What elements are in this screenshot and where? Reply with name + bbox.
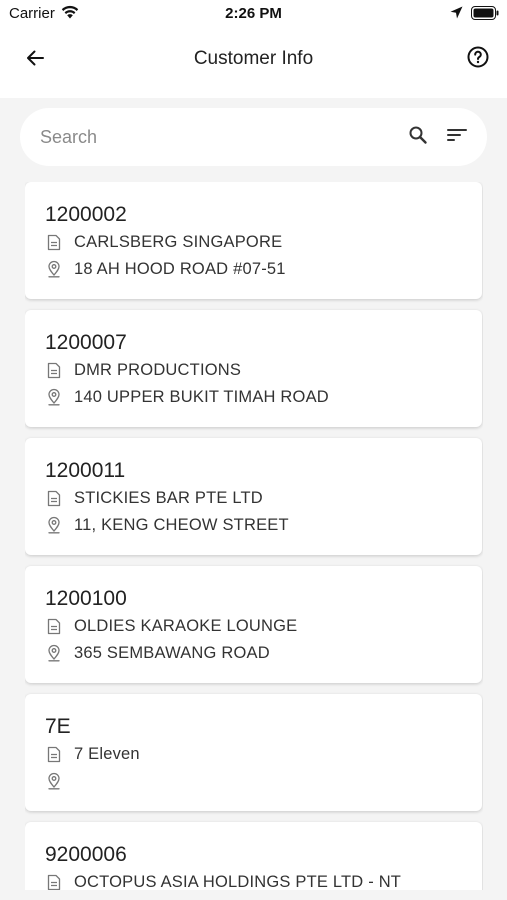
customer-name: OCTOPUS ASIA HOLDINGS PTE LTD - NT bbox=[74, 872, 402, 891]
customer-code: 7E bbox=[45, 715, 71, 738]
map-pin-icon bbox=[45, 644, 63, 662]
document-icon bbox=[45, 233, 63, 251]
customer-card[interactable]: 1200007 DMR PRODUCTIONS 140 UPPER BUKIT … bbox=[25, 310, 482, 427]
page-title: Customer Info bbox=[193, 48, 314, 69]
map-pin-icon bbox=[45, 772, 63, 790]
filter-button[interactable] bbox=[445, 125, 469, 149]
battery-icon bbox=[471, 6, 499, 25]
customer-name-row: 7 Eleven bbox=[45, 743, 140, 765]
customer-address-row bbox=[45, 770, 74, 792]
customer-name: STICKIES BAR PTE LTD bbox=[74, 488, 263, 507]
location-arrow-icon bbox=[450, 6, 463, 24]
customer-address-row: 11, KENG CHEOW STREET bbox=[45, 514, 289, 536]
document-icon bbox=[45, 361, 63, 379]
help-circle-icon bbox=[467, 46, 489, 73]
status-time: 2:26 PM bbox=[225, 5, 282, 22]
customer-card[interactable]: 9200006 OCTOPUS ASIA HOLDINGS PTE LTD - … bbox=[25, 822, 482, 890]
map-pin-icon bbox=[45, 516, 63, 534]
document-icon bbox=[45, 745, 63, 763]
customer-address-row: 365 SEMBAWANG ROAD bbox=[45, 642, 270, 664]
customer-code: 1200100 bbox=[45, 587, 127, 610]
sort-filter-icon bbox=[447, 127, 467, 148]
customer-name-row: OLDIES KARAOKE LOUNGE bbox=[45, 615, 297, 637]
customer-address-row: 140 UPPER BUKIT TIMAH ROAD bbox=[45, 386, 329, 408]
customer-code: 1200002 bbox=[45, 203, 127, 226]
document-icon bbox=[45, 617, 63, 635]
help-button[interactable] bbox=[463, 44, 493, 74]
customer-name: DMR PRODUCTIONS bbox=[74, 360, 242, 379]
customer-name-row: CARLSBERG SINGAPORE bbox=[45, 231, 282, 253]
customer-address: 11, KENG CHEOW STREET bbox=[74, 515, 289, 534]
customer-list: 1200002 CARLSBERG SINGAPORE 18 AH HOOD R… bbox=[25, 182, 483, 890]
document-icon bbox=[45, 489, 63, 507]
status-bar: Carrier 2:26 PM bbox=[0, 0, 507, 28]
map-pin-icon bbox=[45, 260, 63, 278]
customer-card[interactable]: 1200002 CARLSBERG SINGAPORE 18 AH HOOD R… bbox=[25, 182, 482, 299]
customer-code: 1200007 bbox=[45, 331, 127, 354]
customer-name-row: DMR PRODUCTIONS bbox=[45, 359, 241, 381]
document-icon bbox=[45, 873, 63, 890]
customer-name: CARLSBERG SINGAPORE bbox=[74, 232, 283, 251]
customer-card[interactable]: 7E 7 Eleven bbox=[25, 694, 482, 811]
customer-address: 18 AH HOOD ROAD #07-51 bbox=[74, 259, 286, 278]
customer-name: OLDIES KARAOKE LOUNGE bbox=[74, 616, 298, 635]
search-button[interactable] bbox=[406, 125, 430, 149]
customer-name-row: OCTOPUS ASIA HOLDINGS PTE LTD - NT bbox=[45, 871, 401, 890]
search-input[interactable] bbox=[40, 122, 380, 152]
app-bar: Customer Info bbox=[0, 28, 507, 98]
map-pin-icon bbox=[45, 388, 63, 406]
search-icon bbox=[408, 125, 428, 150]
customer-card[interactable]: 1200011 STICKIES BAR PTE LTD 11, KENG CH… bbox=[25, 438, 482, 555]
customer-code: 1200011 bbox=[45, 459, 126, 482]
customer-address: 365 SEMBAWANG ROAD bbox=[74, 643, 270, 662]
customer-name-row: STICKIES BAR PTE LTD bbox=[45, 487, 263, 509]
search-bar bbox=[20, 108, 487, 166]
customer-address: 140 UPPER BUKIT TIMAH ROAD bbox=[74, 387, 329, 406]
customer-card[interactable]: 1200100 OLDIES KARAOKE LOUNGE 365 SEMBAW… bbox=[25, 566, 482, 683]
customer-address-row: 18 AH HOOD ROAD #07-51 bbox=[45, 258, 286, 280]
customer-name: 7 Eleven bbox=[74, 744, 140, 763]
customer-code: 9200006 bbox=[45, 843, 127, 866]
